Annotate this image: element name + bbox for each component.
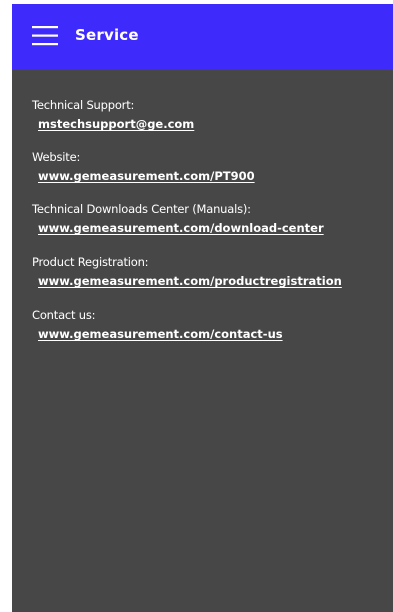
- page-title: Service: [75, 26, 139, 44]
- product-registration-label: Product Registration:: [32, 255, 149, 269]
- downloads-center-entry: Technical Downloads Center (Manuals): ww…: [32, 202, 324, 236]
- app-bar: Service: [12, 4, 393, 70]
- website-entry: Website: www.gemeasurement.com/PT900: [32, 150, 255, 184]
- contact-us-entry: Contact us: www.gemeasurement.com/contac…: [32, 308, 283, 342]
- contact-us-label: Contact us:: [32, 308, 96, 322]
- contact-us-link[interactable]: www.gemeasurement.com/contact-us: [38, 327, 283, 341]
- service-screen: Service Technical Support: mstechsupport…: [12, 4, 393, 612]
- technical-support-entry: Technical Support: mstechsupport@ge.com: [32, 98, 194, 132]
- downloads-center-label: Technical Downloads Center (Manuals):: [32, 202, 251, 216]
- technical-support-email-link[interactable]: mstechsupport@ge.com: [38, 117, 194, 131]
- downloads-center-link[interactable]: www.gemeasurement.com/download-center: [38, 221, 324, 235]
- website-link[interactable]: www.gemeasurement.com/PT900: [38, 169, 255, 183]
- hamburger-menu-icon[interactable]: [32, 25, 58, 47]
- product-registration-link[interactable]: www.gemeasurement.com/productregistratio…: [38, 274, 342, 288]
- website-label: Website:: [32, 150, 81, 164]
- technical-support-label: Technical Support:: [32, 98, 135, 112]
- product-registration-entry: Product Registration: www.gemeasurement.…: [32, 255, 342, 289]
